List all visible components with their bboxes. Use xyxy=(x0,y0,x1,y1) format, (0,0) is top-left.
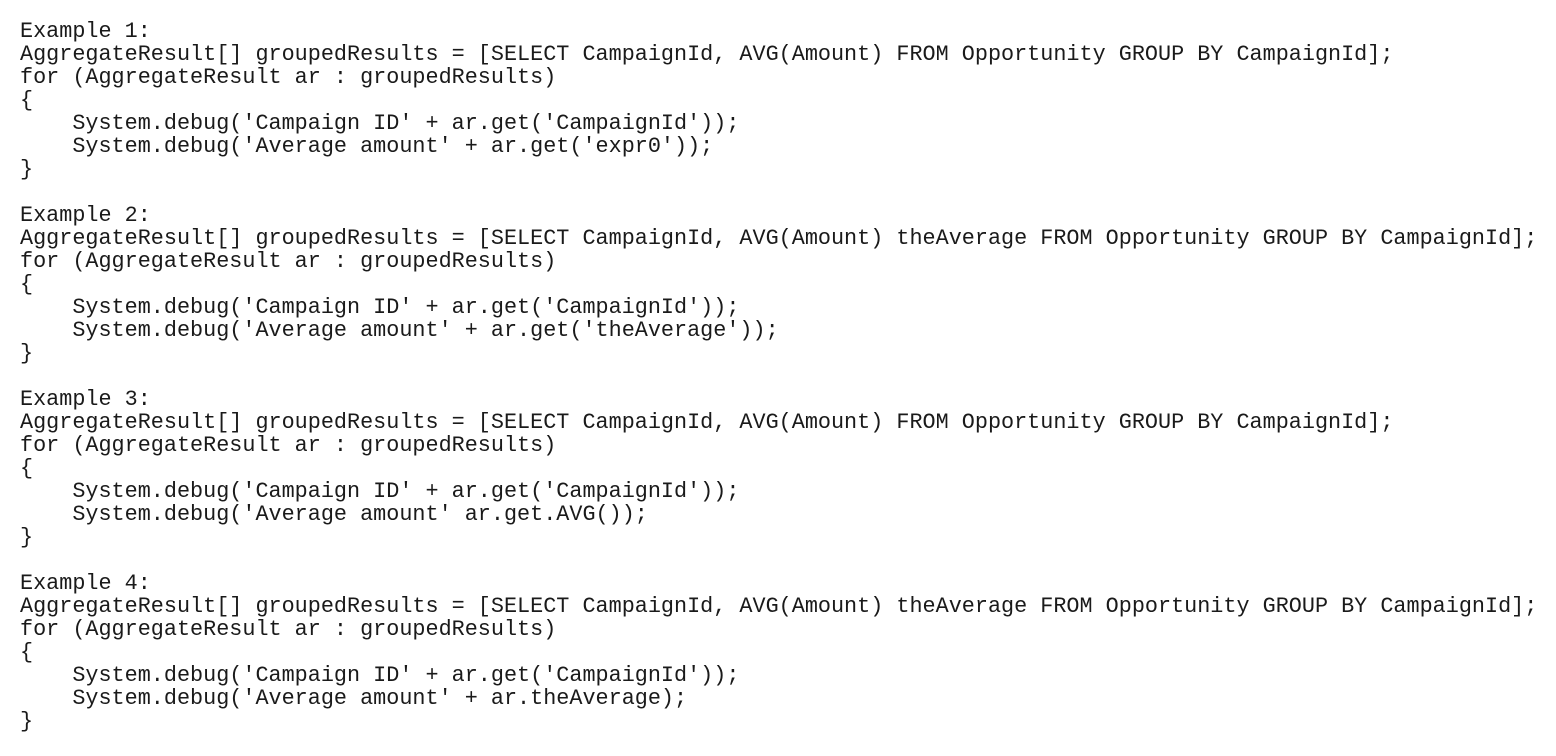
code-line: AggregateResult[] groupedResults = [SELE… xyxy=(20,42,1394,67)
example-4: Example 4: AggregateResult[] groupedResu… xyxy=(20,572,1537,733)
code-line: System.debug('Campaign ID' + ar.get('Cam… xyxy=(20,479,740,504)
code-line: for (AggregateResult ar : groupedResults… xyxy=(20,249,557,274)
code-line: System.debug('Average amount' ar.get.AVG… xyxy=(20,502,648,527)
code-line: System.debug('Average amount' + ar.theAv… xyxy=(20,686,688,711)
code-line: System.debug('Average amount' + ar.get('… xyxy=(20,318,779,343)
code-line: System.debug('Campaign ID' + ar.get('Cam… xyxy=(20,663,740,688)
code-line: } xyxy=(20,157,34,182)
code-line: { xyxy=(20,456,34,481)
code-line: System.debug('Campaign ID' + ar.get('Cam… xyxy=(20,111,740,136)
code-line: for (AggregateResult ar : groupedResults… xyxy=(20,617,557,642)
code-line: } xyxy=(20,709,34,734)
code-line: { xyxy=(20,272,34,297)
code-line: for (AggregateResult ar : groupedResults… xyxy=(20,433,557,458)
example-title: Example 3: xyxy=(20,387,151,412)
code-line: { xyxy=(20,88,34,113)
code-line: for (AggregateResult ar : groupedResults… xyxy=(20,65,557,90)
code-line: } xyxy=(20,525,34,550)
example-1: Example 1: AggregateResult[] groupedResu… xyxy=(20,20,1537,181)
code-line: AggregateResult[] groupedResults = [SELE… xyxy=(20,226,1538,251)
code-document: Example 1: AggregateResult[] groupedResu… xyxy=(20,20,1537,756)
code-line: AggregateResult[] groupedResults = [SELE… xyxy=(20,594,1538,619)
code-line: } xyxy=(20,341,34,366)
example-title: Example 4: xyxy=(20,571,151,596)
code-line: System.debug('Campaign ID' + ar.get('Cam… xyxy=(20,295,740,320)
code-line: { xyxy=(20,640,34,665)
example-3: Example 3: AggregateResult[] groupedResu… xyxy=(20,388,1537,549)
example-2: Example 2: AggregateResult[] groupedResu… xyxy=(20,204,1537,365)
example-title: Example 2: xyxy=(20,203,151,228)
code-line: System.debug('Average amount' + ar.get('… xyxy=(20,134,714,159)
code-line: AggregateResult[] groupedResults = [SELE… xyxy=(20,410,1394,435)
example-title: Example 1: xyxy=(20,19,151,44)
